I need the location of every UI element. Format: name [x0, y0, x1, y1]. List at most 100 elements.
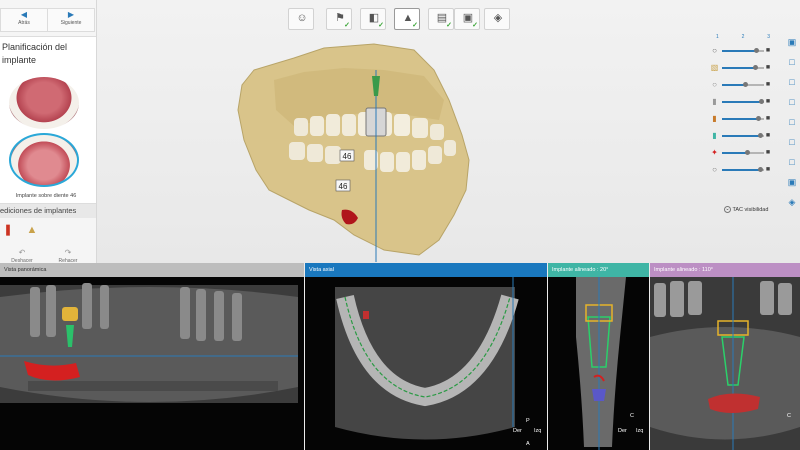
layer-preview-icon: ■	[765, 149, 771, 156]
back-button[interactable]: ◀ Atrás	[0, 8, 48, 32]
orient-crown-label: C	[630, 413, 634, 419]
slider-knob[interactable]	[755, 116, 761, 121]
next-button[interactable]: ▶ Siguiente	[47, 8, 95, 32]
toolbar-align-button[interactable]: ◧ ✓	[360, 8, 386, 30]
slider-track[interactable]	[722, 82, 764, 87]
check-icon: ✓	[472, 22, 478, 29]
doctor-avatar-icon: ☺	[296, 12, 308, 24]
implant-caption: Implante sobre diente 46	[15, 193, 77, 199]
slider-knob[interactable]	[758, 99, 764, 104]
toolbar-export-button[interactable]: ◈	[484, 8, 510, 30]
layer-preview-icon: ■	[765, 98, 771, 105]
slider-fill	[722, 84, 746, 86]
toolbar-tooth-button[interactable]: ⚑ ✓	[326, 8, 352, 30]
tac-visibility-toggle[interactable]: ⌄ TAC visibilidad	[724, 206, 768, 213]
settings-icon[interactable]: ◈	[786, 196, 798, 208]
layer-preview-icon: ■	[765, 115, 771, 122]
layer-slider-row[interactable]: ▮ ■	[710, 131, 772, 141]
toolbar-scanner-button[interactable]: ▤ ✓	[428, 8, 454, 30]
panoramic-view-title: Vista panorámica	[0, 263, 304, 277]
eye-icon[interactable]: ○	[710, 46, 719, 55]
nerve-icon[interactable]: ✦	[710, 148, 719, 157]
slider-knob[interactable]	[745, 150, 751, 155]
view-top-icon[interactable]: □	[786, 96, 798, 108]
slider-track[interactable]	[722, 48, 764, 53]
redo-icon: ↷	[64, 248, 72, 257]
toolbar-review-button[interactable]: ▣ ✓	[454, 8, 480, 30]
slider-fill	[722, 67, 755, 69]
view-side-icon[interactable]: □	[786, 76, 798, 88]
implant-red-tool-icon[interactable]: ❚	[0, 222, 16, 238]
layer-slider-row[interactable]: ○ ■	[710, 46, 772, 56]
slider-track[interactable]	[722, 150, 764, 155]
slider-track[interactable]	[722, 65, 764, 70]
slider-fill	[722, 169, 760, 171]
slider-track[interactable]	[722, 167, 764, 172]
layer-slider-row[interactable]: ○ ■	[710, 80, 772, 90]
jaw-3d-model[interactable]: 46 46	[234, 40, 474, 262]
redo-button[interactable]: ↷ Rehacer	[48, 248, 88, 264]
lower-arch-image[interactable]	[9, 133, 79, 187]
orient-anterior-label: A	[526, 441, 530, 447]
undo-button[interactable]: ↶ Deshacer	[2, 248, 42, 264]
aligned-20-image	[576, 277, 626, 450]
axial-view[interactable]: Vista axial Der Izq P A	[305, 263, 547, 450]
view-back-icon[interactable]: □	[786, 116, 798, 128]
slider-fill	[722, 101, 761, 103]
slider-knob[interactable]	[757, 133, 763, 138]
implant-editing-section: ediciones de implantes	[0, 204, 96, 218]
orient-right-label: Der	[513, 428, 522, 434]
page-title: Planificación del implante	[2, 42, 68, 65]
slider-knob[interactable]	[743, 82, 749, 87]
tooth-label-lower: 46	[339, 182, 348, 191]
arrow-left-icon: ◀	[20, 10, 28, 19]
aligned-view-110-title: Implante alineado : 110°	[650, 263, 800, 277]
layer-toggle-icon[interactable]: ▣	[786, 36, 798, 48]
slider-knob[interactable]	[754, 48, 760, 53]
view-front-icon[interactable]: □	[786, 56, 798, 68]
jaw-icon[interactable]: ▧	[710, 63, 719, 72]
aligned-view-20[interactable]: Implante alineado : 20° Der Izq C	[548, 263, 649, 450]
axial-view-title: Vista axial	[305, 263, 547, 277]
orient-left-label: Izq	[636, 428, 644, 434]
upper-arch-image[interactable]	[9, 77, 79, 129]
layer-slider-row[interactable]: ▮ ■	[710, 97, 772, 107]
layer-slider-row[interactable]: ○ ■	[710, 165, 772, 175]
crown-icon[interactable]: ▮	[710, 131, 719, 140]
panoramic-view[interactable]: Vista panorámica	[0, 263, 304, 450]
layer-preview-icon: ■	[765, 166, 771, 173]
aligned-110-image	[650, 277, 800, 450]
panoramic-image	[0, 283, 298, 403]
axial-image	[335, 277, 519, 440]
layer-slider-row[interactable]: ▮ ■	[710, 114, 772, 124]
slider-track[interactable]	[722, 116, 764, 121]
view-iso-icon[interactable]: □	[786, 156, 798, 168]
undo-icon: ↶	[18, 248, 26, 257]
slider-fill	[722, 50, 757, 52]
slider-fill	[722, 135, 760, 137]
implant-gold-tool-icon[interactable]: ▲	[24, 222, 40, 238]
check-icon: ✓	[344, 22, 350, 29]
slider-knob[interactable]	[752, 65, 758, 70]
abutment-icon[interactable]: ▮	[710, 97, 719, 106]
aligned-view-20-title: Implante alineado : 20°	[548, 263, 649, 277]
slider-track[interactable]	[722, 99, 764, 104]
orient-posterior-label: P	[526, 418, 530, 424]
layer-numbers: 1 2 3	[716, 34, 770, 40]
sleeve-icon[interactable]: ○	[710, 165, 719, 174]
view-bottom-icon[interactable]: □	[786, 136, 798, 148]
layer-preview-icon: ■	[765, 81, 771, 88]
layer-slider-row[interactable]: ▧ ■	[710, 63, 772, 73]
teeth-icon[interactable]: ○	[710, 80, 719, 89]
orient-right-label: Der	[618, 428, 627, 434]
camera-icon[interactable]: ▣	[786, 176, 798, 188]
implant-layer-icon[interactable]: ▮	[710, 114, 719, 123]
aligned-view-110[interactable]: Implante alineado : 110° C	[650, 263, 800, 450]
left-panel: ◀ Atrás ▶ Siguiente Planificación del im…	[0, 0, 97, 270]
step-card: Planificación del implante Implante sobr…	[0, 36, 96, 204]
toolbar-implant-button[interactable]: ▲ ✓	[394, 8, 420, 30]
toolbar-doctor-button[interactable]: ☺	[288, 8, 314, 30]
slider-knob[interactable]	[757, 167, 763, 172]
slider-track[interactable]	[722, 133, 764, 138]
layer-slider-row[interactable]: ✦ ■	[710, 148, 772, 158]
